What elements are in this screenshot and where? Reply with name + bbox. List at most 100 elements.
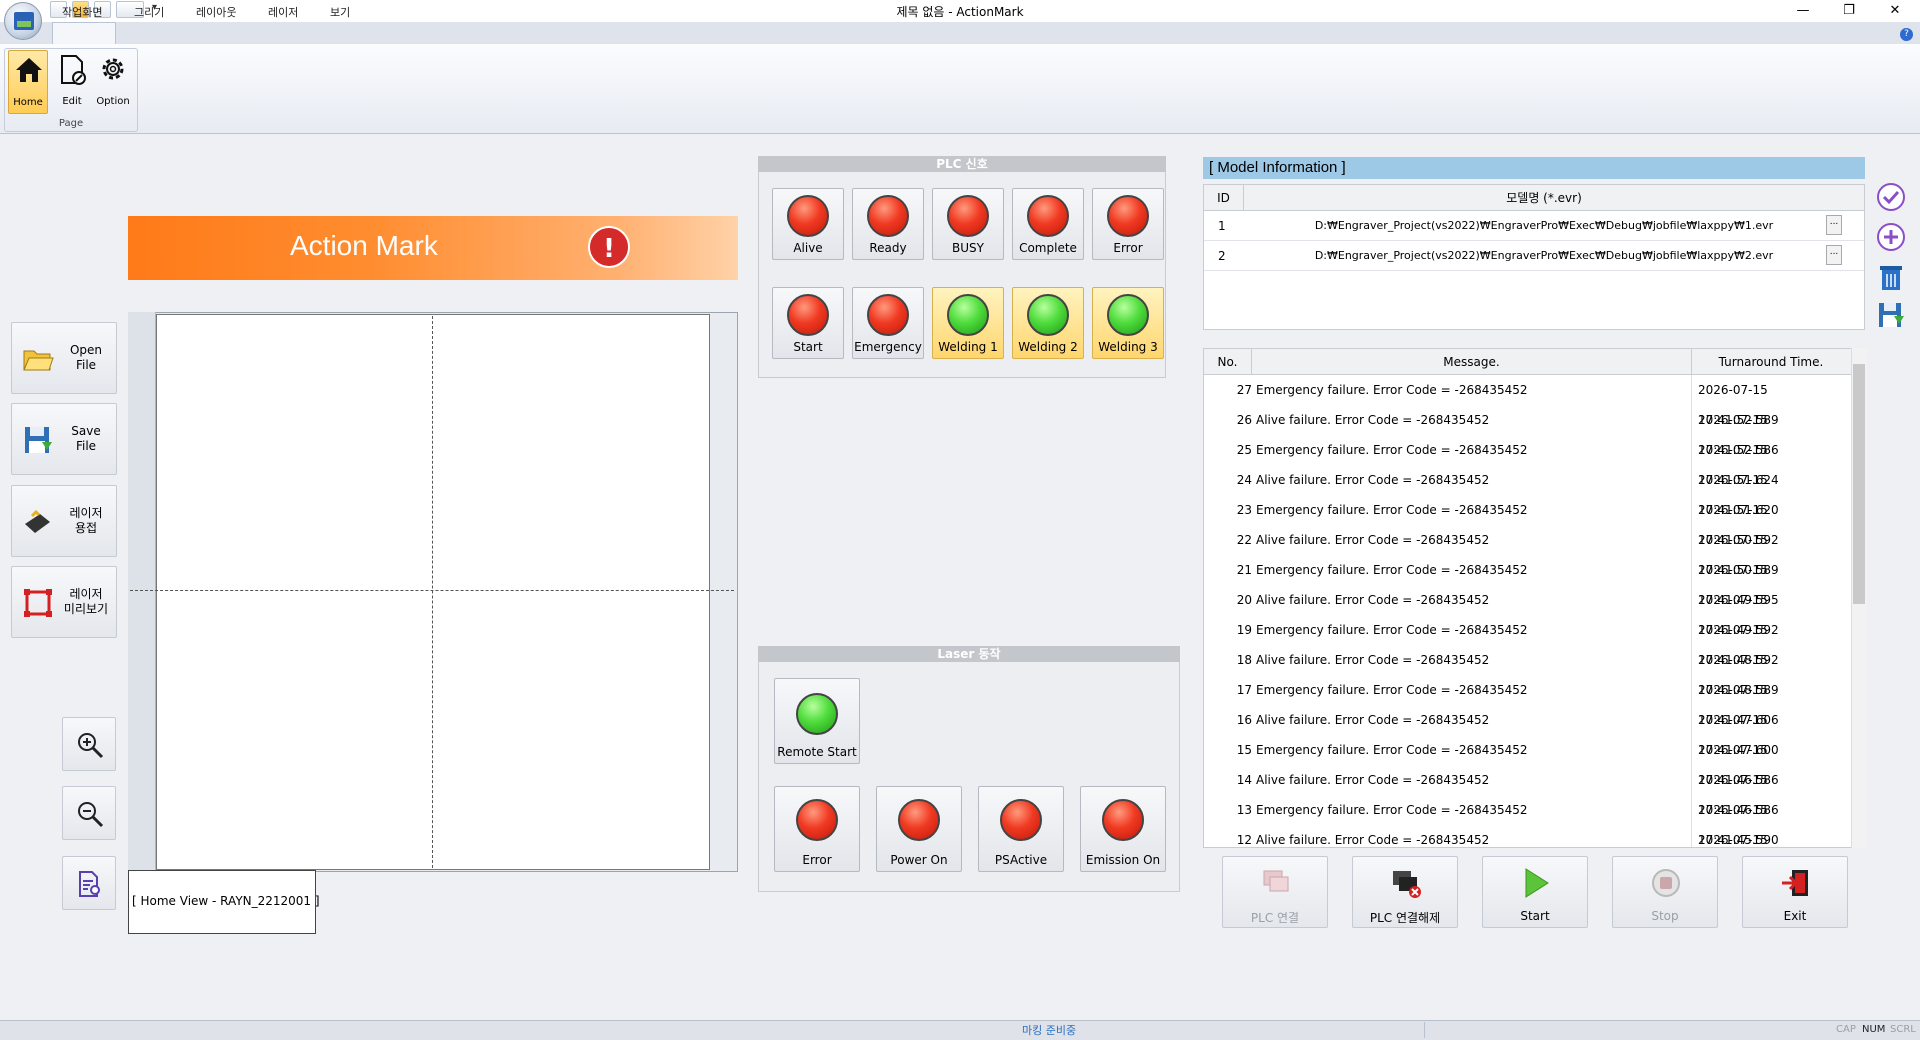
restore-button[interactable]: ❐ — [1826, 0, 1872, 22]
laser-lamp: Emission On — [1080, 786, 1166, 872]
exit-door-icon — [1782, 870, 1808, 896]
log-row[interactable]: 26 Alive failure. Error Code = -268435452… — [1204, 405, 1850, 457]
canvas-horizontal-guide — [130, 590, 734, 591]
log-col-message: Message. — [1252, 349, 1692, 375]
log-row[interactable]: 22 Alive failure. Error Code = -268435452… — [1204, 525, 1850, 577]
plc-lamp-bulb — [1107, 195, 1149, 237]
plc-lamp-bulb — [947, 294, 989, 336]
tab-laser[interactable]: 레이저 — [268, 4, 298, 20]
log-row[interactable]: 20 Alive failure. Error Code = -268435452… — [1204, 585, 1850, 637]
caps-lock-indicator: CAP — [1836, 1024, 1856, 1035]
log-row[interactable]: 15 Emergency failure. Error Code = -26843… — [1204, 735, 1850, 787]
log-row[interactable]: 13 Emergency failure. Error Code = -26843… — [1204, 795, 1850, 847]
remote-start-bulb — [796, 693, 838, 735]
laser-preview-label: 레이저 미리보기 — [63, 587, 109, 616]
laser-weld-icon — [25, 509, 50, 533]
laser-preview-button[interactable]: 레이저 미리보기 — [11, 566, 117, 638]
plc-lamp: BUSY — [932, 188, 1004, 260]
app-logo-icon[interactable] — [4, 2, 42, 40]
log-no: 15 — [1236, 743, 1252, 757]
plc-lamp: Error — [1092, 188, 1164, 260]
log-message: Alive failure. Error Code = -268435452 — [1256, 773, 1490, 787]
log-message: Alive failure. Error Code = -268435452 — [1256, 653, 1490, 667]
log-scrollbar-thumb[interactable] — [1853, 364, 1865, 604]
exit-label: Exit — [1783, 909, 1807, 923]
log-no: 23 — [1236, 503, 1252, 517]
banner-title: Action Mark — [290, 230, 438, 261]
model-row-1[interactable]: 1 D:₩Engraver_Project(vs2022)₩EngraverPr… — [1204, 211, 1864, 241]
start-button[interactable]: Start — [1482, 856, 1588, 928]
tab-view[interactable]: 보기 — [330, 4, 350, 20]
log-row[interactable]: 17 Emergency failure. Error Code = -26843… — [1204, 675, 1850, 727]
option-button[interactable]: Option — [92, 50, 134, 114]
laser-weld-button[interactable]: 레이저 용접 — [11, 485, 117, 557]
zoom-in-button[interactable] — [62, 717, 116, 771]
log-no: 22 — [1236, 533, 1252, 547]
save-model-icon[interactable] — [1876, 300, 1906, 330]
log-no: 14 — [1236, 773, 1252, 787]
help-icon[interactable]: ? — [1900, 28, 1913, 41]
canvas-paper[interactable] — [156, 314, 710, 870]
document-view-button[interactable] — [62, 856, 116, 910]
plc-disconnect-label: PLC 연결해제 — [1369, 911, 1441, 925]
tab-workspace[interactable]: 작업화면 — [62, 4, 102, 20]
log-body: 27 Emergency failure. Error Code = -26843… — [1204, 375, 1850, 847]
plc-lamp-bulb — [787, 195, 829, 237]
log-row[interactable]: 14 Alive failure. Error Code = -268435452… — [1204, 765, 1850, 817]
log-row[interactable]: 27 Emergency failure. Error Code = -26843… — [1204, 375, 1850, 427]
zoom-out-button[interactable] — [62, 786, 116, 840]
browse-model-button[interactable]: ... — [1826, 215, 1842, 235]
log-message: Emergency failure. Error Code = -2684354… — [1256, 563, 1528, 577]
log-col-time: Turnaround Time. — [1718, 355, 1824, 369]
tab-layout[interactable]: 레이아웃 — [196, 4, 236, 20]
log-row[interactable]: 24 Alive failure. Error Code = -268435452… — [1204, 465, 1850, 517]
log-message: Emergency failure. Error Code = -2684354… — [1256, 803, 1528, 817]
plc-lamp-bulb — [1027, 195, 1069, 237]
log-message: Emergency failure. Error Code = -2684354… — [1256, 503, 1528, 517]
log-row[interactable]: 18 Alive failure. Error Code = -268435452… — [1204, 645, 1850, 697]
log-row[interactable]: 21 Emergency failure. Error Code = -26843… — [1204, 555, 1850, 607]
plc-disconnect-button[interactable]: PLC 연결해제 — [1352, 856, 1458, 928]
menu-bar — [0, 22, 1920, 44]
log-row[interactable]: 23 Emergency failure. Error Code = -26843… — [1204, 495, 1850, 547]
log-message: Alive failure. Error Code = -268435452 — [1256, 473, 1490, 487]
check-circle-icon[interactable] — [1876, 182, 1906, 212]
exit-button[interactable]: Exit — [1742, 856, 1848, 928]
log-message: Alive failure. Error Code = -268435452 — [1256, 713, 1490, 727]
trash-icon[interactable] — [1876, 262, 1906, 292]
zoom-out-icon — [78, 802, 104, 828]
log-row[interactable]: 12 Alive failure. Error Code = -268435452… — [1204, 825, 1850, 847]
log-no: 25 — [1236, 443, 1252, 457]
log-row[interactable]: 25 Emergency failure. Error Code = -26843… — [1204, 435, 1850, 487]
status-text: 마킹 준비중 — [1022, 1024, 1077, 1037]
plc-disconnect-icon — [1393, 871, 1421, 898]
close-button[interactable]: ✕ — [1872, 0, 1918, 22]
log-row[interactable]: 19 Emergency failure. Error Code = -26843… — [1204, 615, 1850, 667]
add-circle-icon[interactable] — [1876, 222, 1906, 252]
log-no: 17 — [1236, 683, 1252, 697]
save-file-button[interactable]: Save File — [11, 403, 117, 475]
browse-model-button[interactable]: ... — [1826, 245, 1842, 265]
plc-lamp: Alive — [772, 188, 844, 260]
log-row[interactable]: 16 Alive failure. Error Code = -268435452… — [1204, 705, 1850, 757]
tab-draw[interactable]: 그리기 — [134, 4, 164, 20]
stop-button[interactable]: Stop — [1612, 856, 1718, 928]
plc-lamp-bulb — [867, 294, 909, 336]
home-button-label: Home — [13, 97, 43, 108]
home-button[interactable]: Home — [8, 50, 48, 114]
plc-connect-button[interactable]: PLC 연결 — [1222, 856, 1328, 928]
edit-button[interactable]: Edit — [52, 50, 92, 114]
log-column-divider — [1691, 375, 1692, 847]
open-file-button[interactable]: Open File — [11, 322, 117, 394]
num-lock-indicator: NUM — [1862, 1024, 1886, 1035]
log-no: 18 — [1236, 653, 1252, 667]
model-row-2[interactable]: 2 D:₩Engraver_Project(vs2022)₩EngraverPr… — [1204, 241, 1864, 271]
edit-document-icon — [61, 55, 86, 85]
laser-preview-icon — [24, 589, 52, 617]
gear-icon — [102, 58, 124, 80]
home-icon — [16, 58, 42, 82]
model-row-id: 2 — [1218, 249, 1226, 263]
active-tab-background — [52, 22, 116, 44]
log-no: 21 — [1236, 563, 1252, 577]
minimize-button[interactable]: — — [1780, 0, 1826, 22]
